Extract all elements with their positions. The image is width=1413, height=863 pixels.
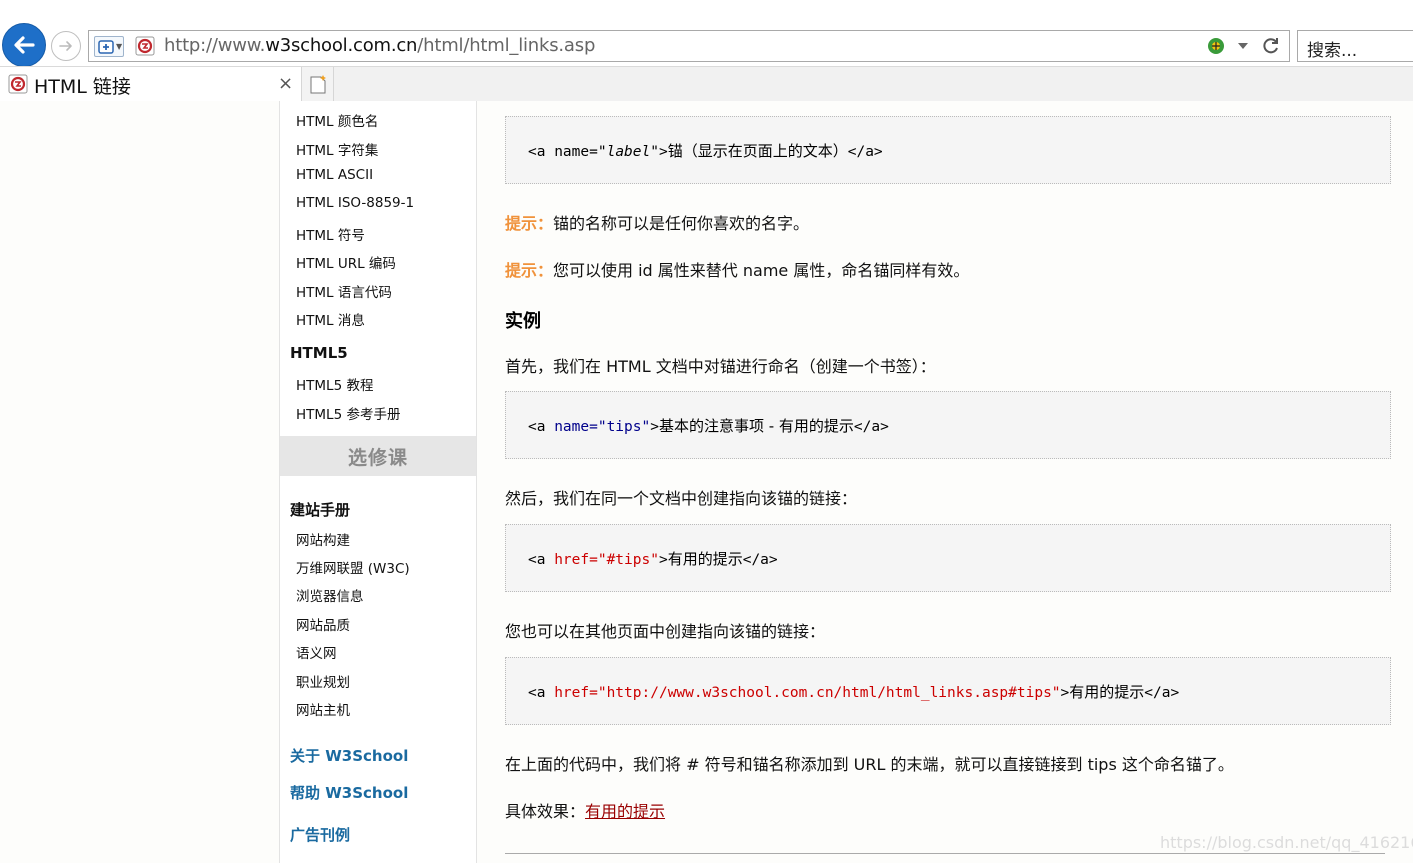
- main-content: <a name="label">锚（显示在页面上的文本）</a> 提示：锚的名称…: [477, 101, 1413, 863]
- back-button[interactable]: [2, 23, 46, 67]
- sidebar-item[interactable]: HTML 颜色名: [296, 110, 378, 130]
- sidebar: HTML 颜色名 HTML 字符集 HTML ASCII HTML ISO-88…: [279, 101, 477, 863]
- effect-label: 具体效果：: [505, 802, 586, 821]
- tip-label: 提示：: [505, 261, 554, 280]
- tab-favicon-icon: [8, 74, 28, 94]
- paragraph-2: 然后，我们在同一个文档中创建指向该锚的链接：: [505, 489, 858, 508]
- chevron-down-icon: ▼: [116, 42, 123, 51]
- effect-line: 具体效果：有用的提示: [505, 798, 665, 822]
- tip-text: 锚的名称可以是任何你喜欢的名字。: [553, 214, 810, 233]
- sidebar-link-ads[interactable]: 广告刊例: [290, 824, 350, 845]
- code-block-name-tips: <a name="tips">基本的注意事项 - 有用的提示</a>: [505, 391, 1391, 459]
- tab-title: HTML 链接: [34, 76, 131, 98]
- address-bar[interactable]: ▼ http://www.w3school.com.cn/html/html_l…: [88, 30, 1290, 62]
- sidebar-heading-html5: HTML5: [290, 344, 348, 362]
- code-line: <a href="#tips">有用的提示</a>: [528, 550, 778, 568]
- divider: [505, 853, 1385, 854]
- tip-1: 提示：锚的名称可以是任何你喜欢的名字。: [505, 210, 809, 234]
- refresh-icon[interactable]: [1261, 36, 1281, 56]
- forward-button[interactable]: [51, 31, 81, 61]
- search-input[interactable]: 搜索...: [1297, 30, 1413, 62]
- url-prefix: http://www.: [164, 35, 266, 56]
- sidebar-item[interactable]: HTML 语言代码: [296, 281, 392, 301]
- code-line: <a href="http://www.w3school.com.cn/html…: [528, 683, 1180, 701]
- sidebar-section-elective: 选修课: [280, 436, 476, 476]
- sidebar-item[interactable]: HTML5 参考手册: [296, 403, 400, 423]
- code-block-href-full-url: <a href="http://www.w3school.com.cn/html…: [505, 657, 1391, 725]
- sidebar-item[interactable]: 网站主机: [296, 699, 350, 719]
- watermark: https://blog.csdn.net/qq_41621665: [1160, 833, 1413, 852]
- arrow-right-icon: [59, 41, 72, 51]
- sidebar-item[interactable]: HTML 符号: [296, 224, 365, 244]
- url-path: /html/html_links.asp: [417, 35, 596, 56]
- code-block-href-tips: <a href="#tips">有用的提示</a>: [505, 524, 1391, 592]
- security-status-icon[interactable]: [1207, 37, 1225, 55]
- url-host: w3school.com.cn: [265, 35, 418, 56]
- code-line: <a name="tips">基本的注意事项 - 有用的提示</a>: [528, 417, 889, 435]
- compat-plus-icon: [98, 39, 114, 54]
- paragraph-1: 首先，我们在 HTML 文档中对锚进行命名（创建一个书签）：: [505, 357, 936, 376]
- compatibility-button[interactable]: ▼: [94, 36, 124, 57]
- sidebar-item[interactable]: HTML ISO-8859-1: [296, 195, 414, 211]
- url-text[interactable]: http://www.w3school.com.cn/html/html_lin…: [164, 35, 595, 56]
- effect-demo-link[interactable]: 有用的提示: [585, 802, 665, 821]
- sidebar-item[interactable]: 网站构建: [296, 529, 350, 549]
- tip-2: 提示：您可以使用 id 属性来替代 name 属性，命名锚同样有效。: [505, 257, 969, 281]
- new-tab-button[interactable]: [302, 67, 334, 102]
- arrow-left-icon: [14, 36, 35, 54]
- site-favicon-icon: [135, 36, 155, 56]
- paragraph-3: 您也可以在其他页面中创建指向该锚的链接：: [505, 622, 826, 641]
- elective-label: 选修课: [347, 446, 408, 469]
- sidebar-item[interactable]: 万维网联盟 (W3C): [296, 557, 410, 577]
- paragraph-4: 在上面的代码中，我们将 # 符号和锚名称添加到 URL 的末端，就可以直接链接到…: [505, 755, 1234, 774]
- sidebar-item[interactable]: 职业规划: [296, 671, 350, 691]
- sidebar-item[interactable]: HTML ASCII: [296, 167, 373, 183]
- example-heading: 实例: [505, 311, 541, 332]
- code-block-anchor-syntax: <a name="label">锚（显示在页面上的文本）</a>: [505, 116, 1391, 184]
- close-icon[interactable]: ×: [278, 73, 293, 94]
- sidebar-link-help[interactable]: 帮助 W3School: [290, 782, 408, 803]
- sidebar-heading-manual: 建站手册: [290, 501, 351, 519]
- sidebar-item[interactable]: HTML 字符集: [296, 139, 378, 159]
- sidebar-link-about[interactable]: 关于 W3School: [290, 745, 408, 766]
- search-placeholder: 搜索...: [1307, 41, 1358, 61]
- browser-chrome: ▼ http://www.w3school.com.cn/html/html_l…: [0, 0, 1413, 102]
- sidebar-item[interactable]: 浏览器信息: [296, 585, 364, 605]
- sidebar-item[interactable]: HTML5 教程: [296, 374, 373, 394]
- sidebar-item[interactable]: 语义网: [296, 642, 337, 662]
- sidebar-item[interactable]: 网站品质: [296, 614, 350, 634]
- page-viewport: HTML 颜色名 HTML 字符集 HTML ASCII HTML ISO-88…: [0, 101, 1413, 863]
- new-tab-icon: [310, 74, 326, 93]
- code-line: <a name="label">锚（显示在页面上的文本）</a>: [528, 142, 883, 160]
- sidebar-item[interactable]: HTML URL 编码: [296, 252, 396, 272]
- tab-bar: HTML 链接 ×: [0, 66, 1413, 102]
- address-dropdown-icon[interactable]: [1237, 41, 1249, 51]
- tab-html-links[interactable]: HTML 链接 ×: [0, 67, 302, 102]
- tip-text: 您可以使用 id 属性来替代 name 属性，命名锚同样有效。: [553, 261, 970, 280]
- sidebar-item[interactable]: HTML 消息: [296, 309, 365, 329]
- tip-label: 提示：: [505, 214, 554, 233]
